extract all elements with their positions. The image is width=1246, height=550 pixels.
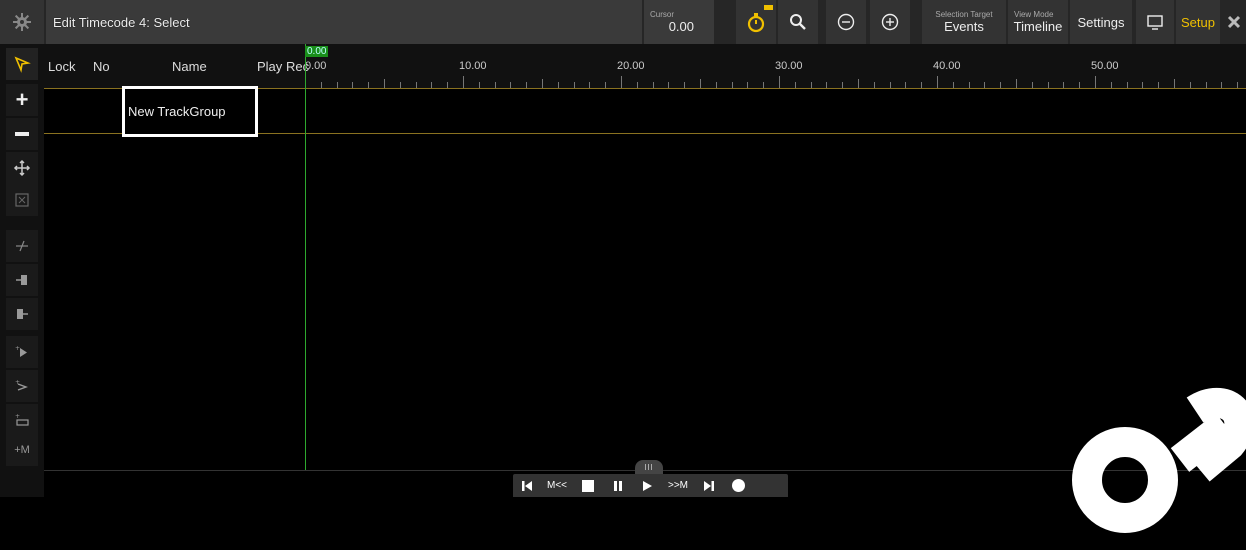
gear-icon (13, 13, 31, 31)
stop-button[interactable] (573, 474, 603, 497)
selection-target-label: Selection Target (935, 10, 993, 19)
zoom-out-button[interactable] (826, 0, 866, 44)
svg-text:+: + (15, 413, 20, 420)
ruler-label: 50.00 (1091, 60, 1119, 72)
ruler-tick (1174, 79, 1175, 88)
ruler-tick (384, 79, 385, 88)
play-column-header[interactable]: Play (257, 44, 282, 88)
no-column-header[interactable]: No (93, 44, 110, 88)
add-button[interactable]: + (6, 84, 38, 116)
transport-bar: M<< >>M (513, 474, 788, 497)
ruler-tick (700, 79, 701, 88)
split-event-button[interactable] (6, 230, 38, 262)
ruler-tick (858, 79, 859, 88)
event-right-icon (17, 309, 28, 319)
view-mode-button[interactable]: View Mode Timeline (1008, 0, 1068, 44)
playhead-time-tag: 0.00 (305, 46, 329, 57)
go-start-button[interactable] (513, 474, 541, 497)
ruler-tick (463, 76, 464, 88)
lock-column-header[interactable]: Lock (48, 44, 75, 88)
monitor-icon (1147, 15, 1163, 30)
stopwatch-icon (747, 13, 765, 33)
play-add-icon: + (15, 345, 27, 357)
move-tool-button[interactable] (6, 152, 38, 184)
stop-icon (582, 479, 594, 492)
plus-circle-icon (881, 13, 899, 31)
cursor-button[interactable]: Cursor 0.00 (644, 0, 714, 44)
ruler-label: 20.00 (617, 60, 645, 72)
name-column-header[interactable]: Name (172, 44, 207, 88)
search-icon (790, 14, 806, 30)
plus-icon: + (15, 87, 29, 112)
divider (716, 0, 722, 44)
view-mode-value: Timeline (1013, 19, 1063, 34)
svg-text:+: + (15, 345, 20, 352)
zoom-in-button[interactable] (870, 0, 910, 44)
timeline-ruler[interactable]: 0.00 10.00 20.00 30.00 40.00 50.00 (305, 44, 1246, 88)
track-name-cell[interactable]: New TrackGroup (122, 86, 258, 137)
ruler-label: 40.00 (933, 60, 961, 72)
prev-marker-button[interactable]: M<< (541, 474, 573, 497)
menu-gear-button[interactable] (0, 0, 44, 44)
ruler-tick (1016, 79, 1017, 88)
record-icon (731, 479, 745, 492)
playhead-line[interactable] (305, 44, 306, 470)
cursor-label: Cursor (650, 10, 675, 19)
ruler-label: 0.00 (305, 60, 327, 72)
zoom-search-button[interactable] (778, 0, 818, 44)
top-bar: Edit Timecode 4: Select Cursor 0.00 Sele… (0, 0, 1246, 44)
view-mode-label: View Mode (1014, 10, 1054, 19)
setup-button[interactable]: Setup (1176, 0, 1220, 44)
indicator-icon (764, 5, 773, 10)
remove-button[interactable] (6, 118, 38, 150)
timeline-grid[interactable] (44, 88, 1246, 470)
ruler-label: 30.00 (775, 60, 803, 72)
window-title: Edit Timecode 4: Select (46, 0, 642, 44)
add-play-event-button[interactable]: + (6, 336, 38, 368)
ruler-tick (621, 76, 622, 88)
left-toolbar: + + + + +M (0, 44, 44, 497)
move-event-right-button[interactable] (6, 298, 38, 330)
grip-icon (645, 464, 652, 470)
ruler-tick (1095, 76, 1096, 88)
play-button[interactable] (633, 474, 661, 497)
ruler-tick (779, 76, 780, 88)
fade-add-icon: + (15, 379, 28, 391)
ruler-label: 10.00 (459, 60, 487, 72)
add-fade-event-button[interactable]: + (6, 370, 38, 402)
settings-button[interactable]: Settings (1070, 0, 1132, 44)
cursor-value: 0.00 (668, 19, 694, 34)
arrow-select-icon (14, 56, 31, 73)
move-icon (13, 159, 31, 177)
fit-icon (15, 193, 29, 207)
record-button[interactable] (723, 474, 753, 497)
fit-button[interactable] (6, 184, 38, 216)
play-icon (643, 480, 652, 491)
ruler-tick (542, 79, 543, 88)
add-marker-button[interactable]: +M (6, 434, 38, 466)
timer-button[interactable] (736, 0, 776, 44)
skip-start-icon (522, 480, 532, 491)
keyboard-add-icon: + (15, 413, 29, 426)
selection-target-value: Events (944, 19, 984, 34)
selection-target-button[interactable]: Selection Target Events (922, 0, 1006, 44)
pause-button[interactable] (603, 474, 633, 497)
split-icon (16, 240, 28, 252)
pause-icon (614, 480, 622, 491)
transport-drag-handle[interactable] (635, 460, 663, 474)
minus-icon (15, 132, 29, 136)
event-left-icon (16, 275, 27, 285)
ruler-tick (937, 76, 938, 88)
close-button[interactable] (1222, 0, 1246, 44)
display-button[interactable] (1136, 0, 1174, 44)
close-icon (1227, 15, 1241, 29)
move-event-left-button[interactable] (6, 264, 38, 296)
skip-end-icon (704, 480, 714, 491)
svg-text:+: + (15, 379, 20, 386)
minus-circle-icon (837, 13, 855, 31)
add-keyboard-event-button[interactable]: + (6, 404, 38, 436)
next-marker-button[interactable]: >>M (661, 474, 695, 497)
go-end-button[interactable] (695, 474, 723, 497)
select-tool-button[interactable] (6, 48, 38, 80)
